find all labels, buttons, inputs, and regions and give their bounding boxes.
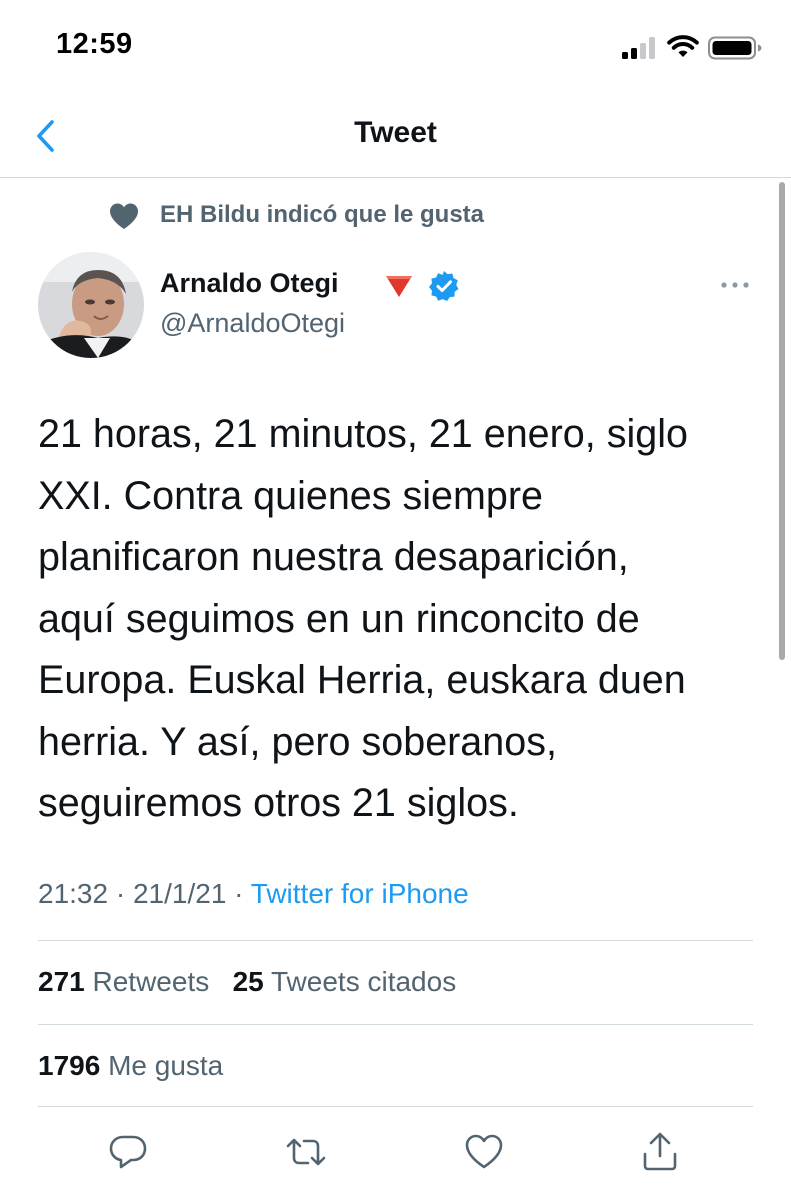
- divider: [38, 1024, 753, 1025]
- reply-icon: [109, 1135, 147, 1169]
- tweet-detail-screen: 12:59 Tweet EH Bildu indicó que le gusta…: [0, 0, 791, 1200]
- likes-label: Me gusta: [108, 1050, 224, 1081]
- like-icon: [465, 1134, 503, 1169]
- share-icon: [643, 1132, 677, 1171]
- retweets-label: Retweets: [92, 966, 210, 997]
- red-triangle-down-icon: [386, 276, 412, 297]
- meta-separator: ·: [234, 878, 244, 909]
- retweet-icon: [286, 1138, 326, 1166]
- divider: [38, 940, 753, 941]
- share-button[interactable]: [638, 1130, 682, 1174]
- scroll-indicator: [779, 182, 785, 660]
- meta-separator: ·: [115, 878, 126, 909]
- likes-stats-row: 1796 Me gusta: [38, 1050, 223, 1082]
- likes-stat[interactable]: 1796 Me gusta: [38, 1050, 223, 1081]
- like-button[interactable]: [462, 1130, 506, 1174]
- author-name[interactable]: Arnaldo Otegi: [160, 268, 339, 299]
- avatar[interactable]: [38, 252, 144, 358]
- divider: [38, 1106, 753, 1107]
- more-options-icon[interactable]: [718, 272, 752, 298]
- tweet-date: 21/1/21: [132, 878, 227, 909]
- tweet-text: 21 horas, 21 minutos, 21 enero, siglo XX…: [38, 412, 688, 825]
- wifi-icon: [667, 35, 699, 57]
- quotes-label: Tweets citados: [271, 966, 457, 997]
- tweet-time: 21:32: [38, 878, 109, 909]
- likes-count: 1796: [38, 1050, 101, 1081]
- status-bar: 12:59: [0, 0, 791, 96]
- retweets-stat[interactable]: 271 Retweets: [38, 966, 217, 997]
- retweet-stats-row: 271 Retweets 25 Tweets citados: [38, 966, 456, 998]
- tweet-source-link[interactable]: Twitter for iPhone: [251, 878, 469, 909]
- nav-bar: Tweet: [0, 96, 791, 178]
- retweets-count: 271: [38, 966, 85, 997]
- nav-title: Tweet: [354, 116, 437, 149]
- heart-filled-icon: [110, 203, 138, 229]
- tweet-meta: 21:32 · 21/1/21 · Twitter for iPhone: [38, 878, 469, 910]
- reply-button[interactable]: [106, 1130, 150, 1174]
- status-time: 12:59: [56, 28, 133, 60]
- quotes-stat[interactable]: 25 Tweets citados: [233, 966, 457, 997]
- avatar-photo: [38, 252, 144, 358]
- quotes-count: 25: [232, 966, 264, 997]
- author-handle[interactable]: @ArnaldoOtegi: [160, 308, 345, 339]
- cellular-signal-icon: [622, 37, 655, 59]
- verified-badge-icon: [429, 271, 459, 301]
- retweet-button[interactable]: [284, 1130, 328, 1174]
- battery-icon: [708, 36, 762, 60]
- social-context-text: EH Bildu indicó que le gusta: [160, 201, 485, 228]
